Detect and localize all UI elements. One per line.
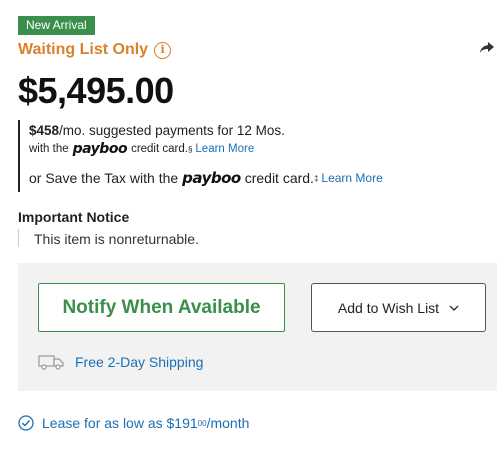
new-arrival-badge: New Arrival xyxy=(18,16,95,35)
payboo-logo: payboo xyxy=(72,141,128,157)
save-tax-line: or Save the Tax with the payboo credit c… xyxy=(29,169,383,187)
financing-monthly: $458/mo. suggested payments for 12 Mos. xyxy=(29,123,285,138)
availability-label: Waiting List Only xyxy=(18,41,149,58)
payboo-logo: payboo xyxy=(182,169,241,187)
wishlist-label: Add to Wish List xyxy=(337,299,440,316)
financing-card-line: with the payboo credit card. § Learn More xyxy=(29,141,254,157)
chevron-down-icon xyxy=(449,305,459,311)
lease-offer-link[interactable]: Lease for as low as $191 00/month xyxy=(18,415,249,431)
monthly-amount: $458 xyxy=(29,123,60,138)
lease-suffix: /month xyxy=(206,415,250,431)
financing-divider xyxy=(18,120,20,192)
availability-status: Waiting List Only i xyxy=(18,41,172,59)
notice-divider xyxy=(18,229,19,247)
footnote-marker: § xyxy=(187,144,193,154)
footnote-marker: ‡ xyxy=(313,173,319,183)
shipping-label: Free 2-Day Shipping xyxy=(75,354,204,370)
monthly-text: /mo. suggested payments for 12 Mos. xyxy=(59,123,285,138)
save-tax-text: or Save the Tax with the xyxy=(29,170,179,186)
notify-when-available-button[interactable]: Notify When Available xyxy=(38,283,285,332)
lease-amount: $191 xyxy=(166,415,198,431)
check-circle-icon xyxy=(18,415,34,431)
info-circle-icon[interactable]: i xyxy=(154,41,172,59)
lease-prefix: Lease for as low as xyxy=(42,415,163,431)
credit-card-text: credit card. xyxy=(244,170,314,186)
free-shipping-link[interactable]: Free 2-Day Shipping xyxy=(38,354,203,370)
share-icon[interactable] xyxy=(478,38,496,56)
important-notice-title: Important Notice xyxy=(18,209,130,225)
lease-cents: 00 xyxy=(197,418,207,428)
truck-icon xyxy=(38,355,64,370)
credit-card-text: credit card. xyxy=(131,143,188,155)
with-the-text: with the xyxy=(29,143,69,155)
product-price: $5,495.00 xyxy=(18,70,174,111)
learn-more-link[interactable]: Learn More xyxy=(195,143,254,155)
add-to-wish-list-button[interactable]: Add to Wish List xyxy=(311,283,486,332)
important-notice-text: This item is nonreturnable. xyxy=(34,231,199,247)
learn-more-link[interactable]: Learn More xyxy=(321,171,382,185)
